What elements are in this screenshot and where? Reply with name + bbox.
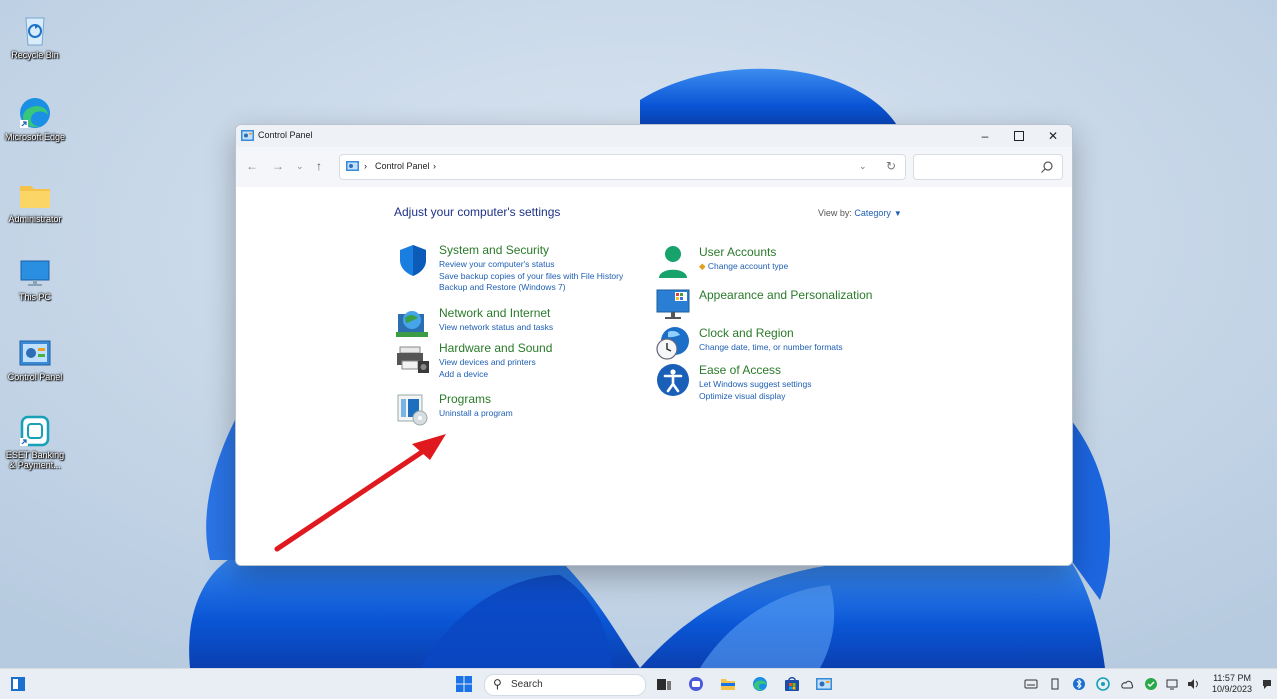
volume-icon[interactable] xyxy=(1186,677,1200,691)
clock-globe-icon xyxy=(656,327,689,360)
link-change-date-time[interactable]: Change date, time, or number formats xyxy=(699,342,843,354)
eset-icon xyxy=(17,414,53,448)
user-accounts-icon xyxy=(659,246,687,278)
control-panel-icon xyxy=(346,161,359,171)
search-control-panel-input[interactable] xyxy=(913,154,1063,180)
desktop-icon-control-panel[interactable]: Control Panel xyxy=(4,336,66,382)
file-explorer-icon[interactable] xyxy=(720,676,736,692)
link-label: Change account type xyxy=(707,261,789,271)
shield-icon xyxy=(400,245,426,276)
view-by-dropdown[interactable]: Category xyxy=(854,208,891,218)
address-bar[interactable]: › Control Panel › ⌄ ↻ xyxy=(339,154,906,180)
back-button[interactable]: ← xyxy=(246,159,258,173)
view-by-control: View by: Category ▼ xyxy=(818,208,902,218)
category-title[interactable]: User Accounts xyxy=(699,245,776,259)
folder-icon xyxy=(17,178,53,212)
up-button[interactable]: ↑ xyxy=(316,159,322,173)
notification-icon[interactable] xyxy=(1260,677,1274,691)
pen-icon[interactable] xyxy=(1048,677,1062,691)
eset-tray-icon[interactable] xyxy=(1096,677,1110,691)
edge-icon[interactable] xyxy=(752,676,768,692)
uac-shield-icon: ◆ xyxy=(699,261,706,271)
network-icon[interactable] xyxy=(1166,677,1180,691)
clock-time: 11:57 PM xyxy=(1213,673,1251,683)
refresh-button[interactable]: ↻ xyxy=(886,159,896,173)
breadcrumb-separator[interactable]: › xyxy=(433,161,436,171)
control-panel-icon[interactable] xyxy=(816,676,832,692)
forward-button[interactable]: → xyxy=(272,159,284,173)
clock-date: 10/9/2023 xyxy=(1212,684,1253,694)
onedrive-icon[interactable] xyxy=(1120,677,1134,691)
desktop-icon-edge[interactable]: Microsoft Edge xyxy=(4,96,66,142)
recent-locations-button[interactable]: ⌄ xyxy=(296,161,304,172)
desktop-icon-recycle-bin[interactable]: Recycle Bin xyxy=(4,14,66,60)
category-title[interactable]: Programs xyxy=(439,392,491,406)
category-title[interactable]: Hardware and Sound xyxy=(439,341,552,355)
keyboard-icon[interactable] xyxy=(1024,677,1038,691)
printer-icon xyxy=(397,346,429,373)
category-title[interactable]: Network and Internet xyxy=(439,306,550,320)
windows-start-icon[interactable] xyxy=(456,676,472,692)
task-view-button-icon[interactable] xyxy=(656,676,672,692)
category-title[interactable]: Clock and Region xyxy=(699,326,794,340)
security-shield-icon[interactable] xyxy=(1144,677,1158,691)
ease-of-access-icon xyxy=(657,364,689,396)
desktop-icon-label: Recycle Bin xyxy=(11,50,59,60)
desktop-icon-administrator[interactable]: Administrator xyxy=(4,178,66,224)
maximize-button[interactable] xyxy=(1002,127,1036,145)
desktop-icon-label: Administrator xyxy=(8,214,62,224)
link-file-history[interactable]: Save backup copies of your files with Fi… xyxy=(439,271,623,283)
close-button[interactable]: ✕ xyxy=(1036,127,1070,145)
control-panel-window: Control Panel – ✕ ← → ⌄ ↑ › Control Pane… xyxy=(235,124,1073,566)
window-title: Control Panel xyxy=(258,130,313,140)
page-title: Adjust your computer's settings xyxy=(394,205,561,219)
window-titlebar[interactable]: Control Panel – ✕ xyxy=(236,125,1072,147)
taskbar-search[interactable]: ⚲ Search xyxy=(484,674,646,696)
taskbar-search-label: Search xyxy=(511,679,543,690)
link-optimize-display[interactable]: Optimize visual display xyxy=(699,391,811,403)
category-title[interactable]: Ease of Access xyxy=(699,363,781,377)
edge-icon xyxy=(17,96,53,130)
breadcrumb-separator[interactable]: › xyxy=(364,161,367,171)
link-review-status[interactable]: Review your computer's status xyxy=(439,259,623,271)
bluetooth-icon[interactable] xyxy=(1072,677,1086,691)
link-network-status[interactable]: View network status and tasks xyxy=(439,322,553,334)
link-devices-printers[interactable]: View devices and printers xyxy=(439,357,536,369)
desktop-icon-label: ESET Banking & Payment... xyxy=(5,450,65,470)
category-title[interactable]: System and Security xyxy=(439,243,549,257)
category-title[interactable]: Appearance and Personalization xyxy=(699,288,872,302)
link-backup-restore[interactable]: Backup and Restore (Windows 7) xyxy=(439,282,623,294)
desktop-icon-label: Control Panel xyxy=(7,372,63,382)
store-icon[interactable] xyxy=(784,676,800,692)
link-suggest-settings[interactable]: Let Windows suggest settings xyxy=(699,379,811,391)
address-dropdown-button[interactable]: ⌄ xyxy=(859,161,867,172)
desktop-icon-label: This PC xyxy=(18,292,51,302)
taskbar-clock[interactable]: 11:57 PM 10/9/2023 xyxy=(1212,673,1252,695)
programs-icon xyxy=(397,394,428,426)
link-uninstall-program[interactable]: Uninstall a program xyxy=(439,408,513,420)
task-view-icon[interactable] xyxy=(10,676,26,692)
network-globe-icon xyxy=(396,311,428,337)
link-add-device[interactable]: Add a device xyxy=(439,369,536,381)
desktop-icon-label: Microsoft Edge xyxy=(4,132,66,142)
control-panel-icon xyxy=(241,130,254,141)
link-change-account-type[interactable]: ◆ Change account type xyxy=(699,261,788,273)
control-panel-icon xyxy=(17,336,53,370)
recycle-bin-icon xyxy=(17,14,53,48)
appearance-icon xyxy=(656,289,690,319)
monitor-icon xyxy=(17,256,53,290)
search-icon xyxy=(1041,161,1053,173)
taskbar: ⚲ Search 11:57 PM 10/9/2023 xyxy=(0,668,1277,699)
breadcrumb-control-panel[interactable]: Control Panel xyxy=(375,161,430,171)
control-panel-content: Adjust your computer's settings View by:… xyxy=(236,187,1072,565)
maximize-icon xyxy=(1014,131,1024,141)
view-by-label: View by: xyxy=(818,208,852,218)
chat-icon[interactable] xyxy=(688,676,704,692)
desktop-icon-this-pc[interactable]: This PC xyxy=(4,256,66,302)
caret-down-icon[interactable]: ▼ xyxy=(894,209,902,218)
navigation-bar: ← → ⌄ ↑ › Control Panel › ⌄ ↻ xyxy=(236,147,1072,187)
minimize-button[interactable]: – xyxy=(968,127,1002,145)
desktop-icon-eset[interactable]: ESET Banking & Payment... xyxy=(4,414,66,470)
search-icon: ⚲ xyxy=(493,677,502,691)
